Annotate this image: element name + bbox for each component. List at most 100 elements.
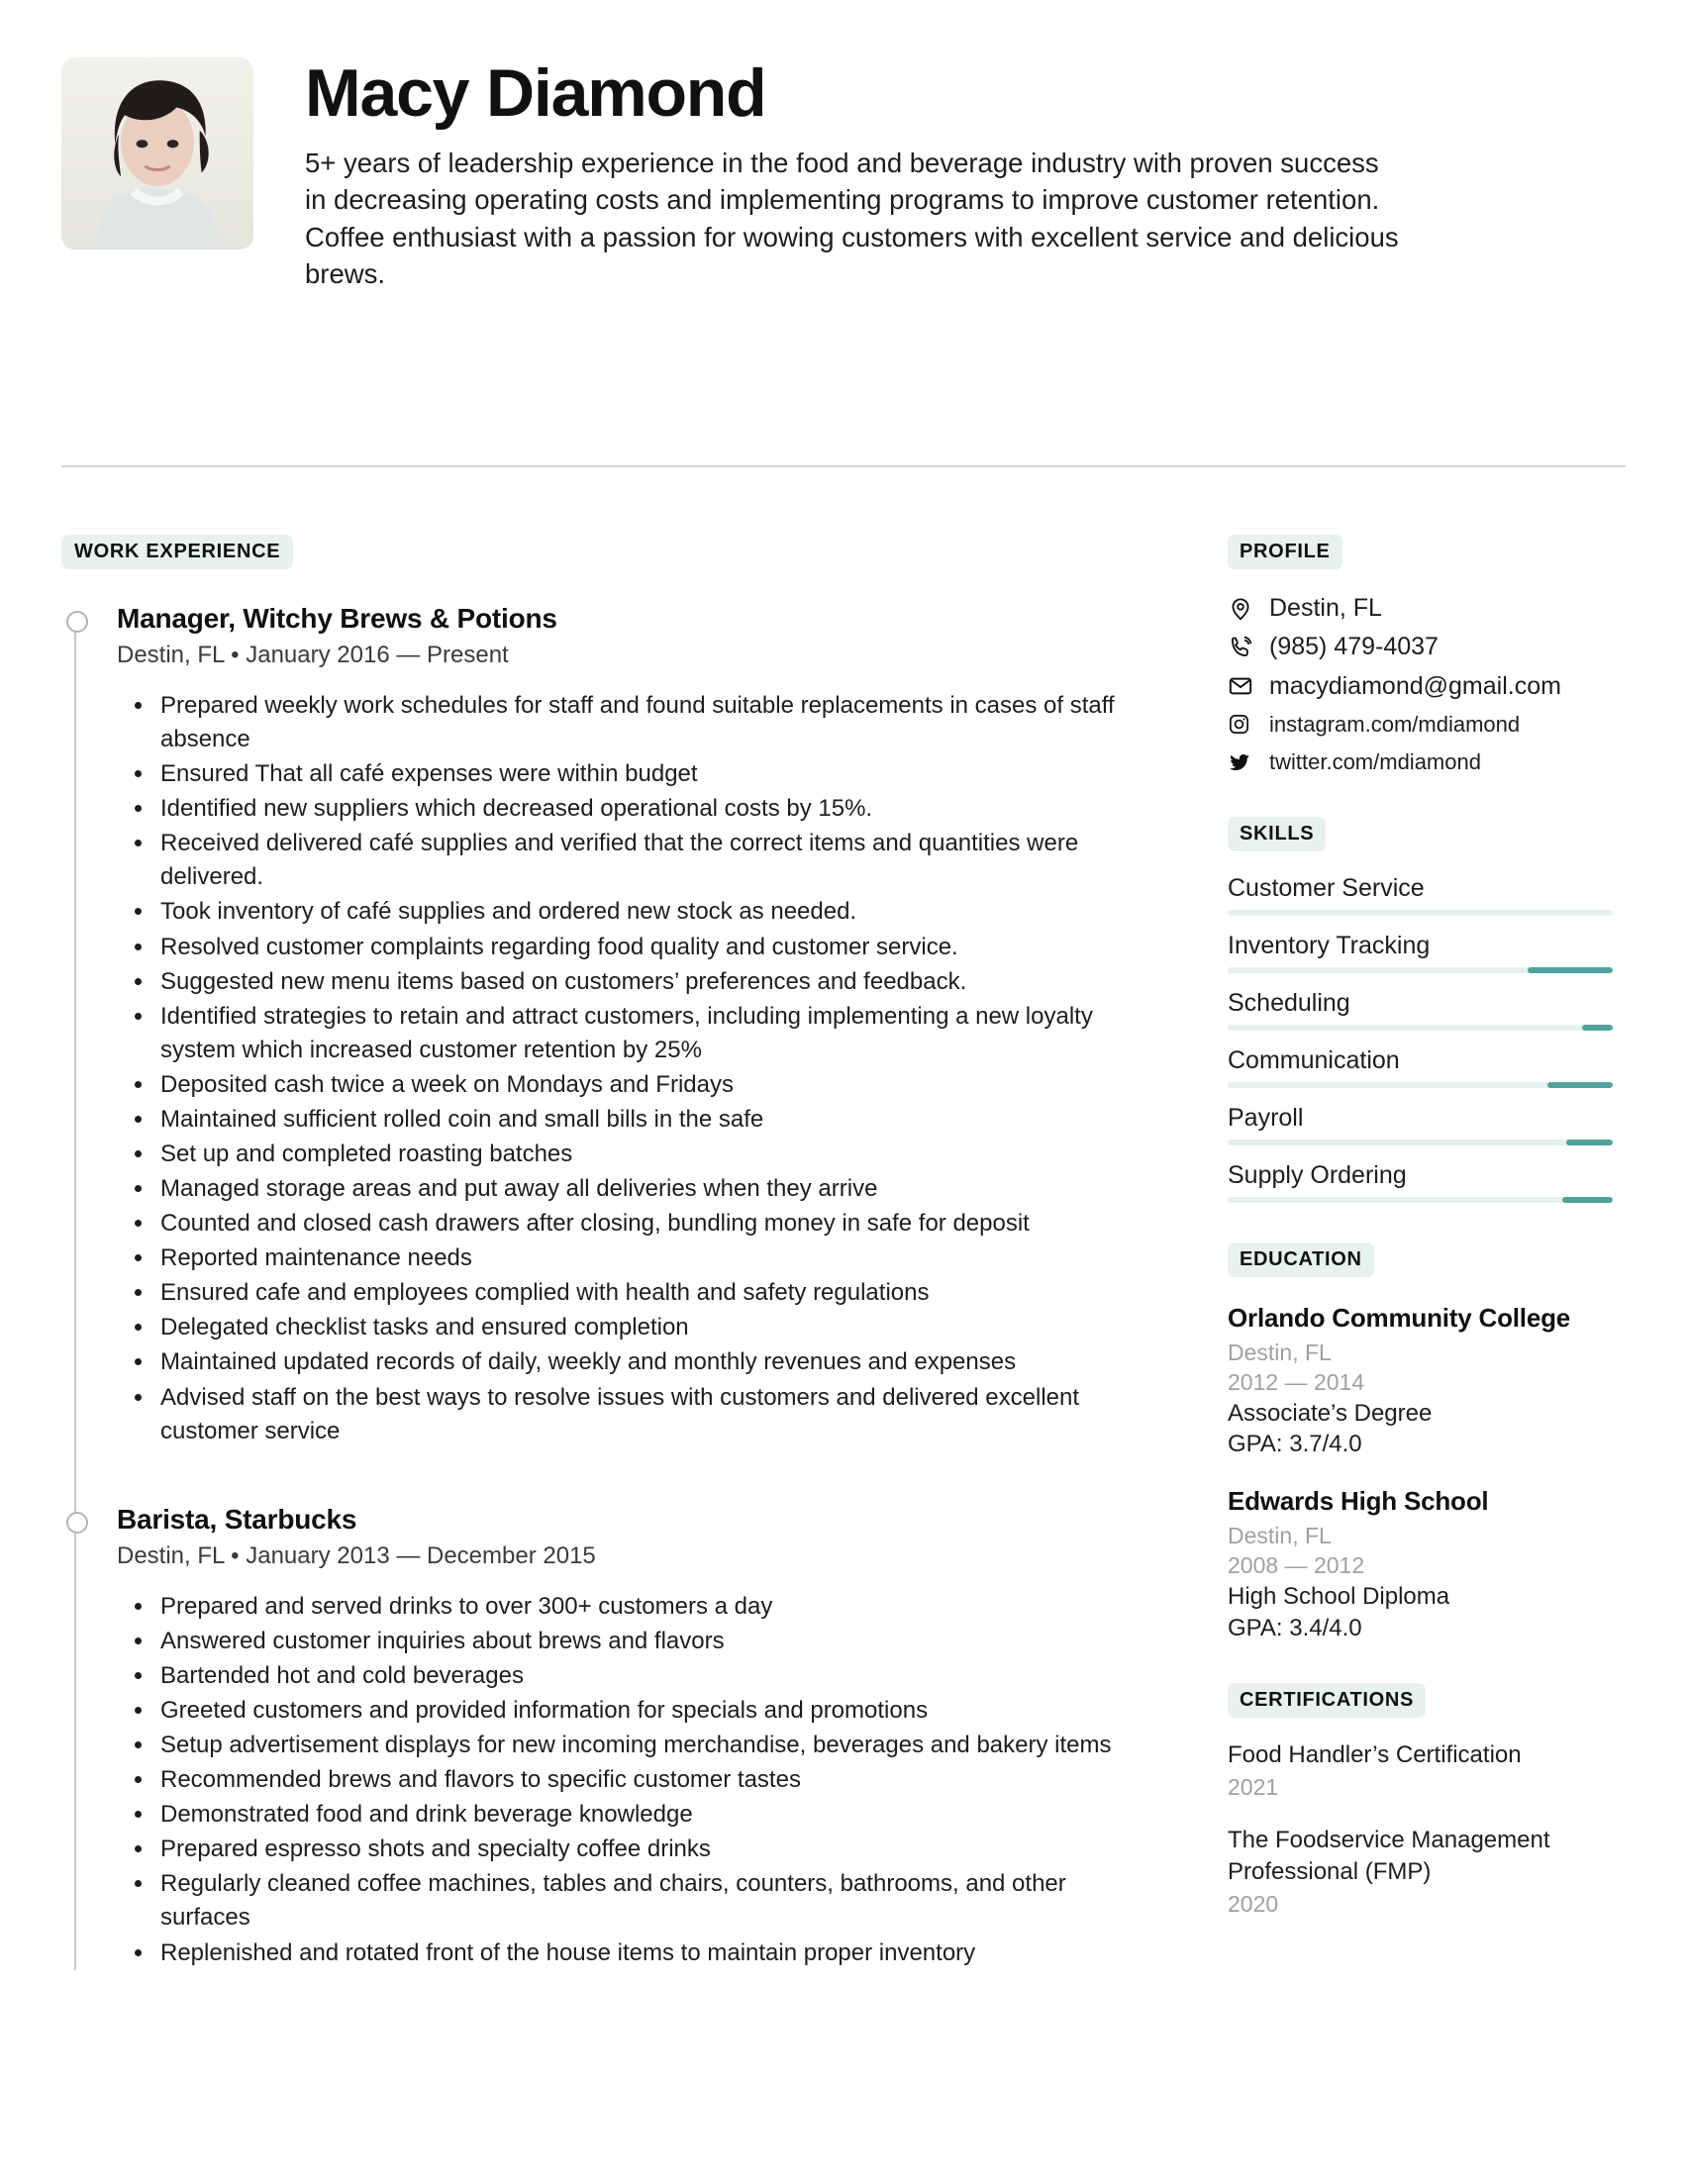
profile-section: PROFILE Destin, FL (985) 479-4037 macydiam… [1228,535,1624,777]
main-column: WORK EXPERIENCE Manager, Witchy Brews & … [61,535,1150,1971]
contact-row[interactable]: (985) 479-4037 [1228,632,1624,662]
timeline-dot-icon [66,1511,88,1534]
job-bullet: Regularly cleaned coffee machines, table… [135,1867,1150,1935]
job-bullet: Replenished and rotated front of the hou… [135,1936,1150,1970]
location-pin-icon [1228,594,1261,624]
contact-row[interactable]: instagram.com/mdiamond [1228,710,1624,740]
certifications-list: Food Handler’s Certification 2021 The Food… [1228,1739,1624,1920]
job-bullet: Suggested new menu items based on custom… [135,965,1150,999]
job-bullet: Identified new suppliers which decreased… [135,792,1150,826]
job-bullet: Maintained updated records of daily, wee… [135,1345,1150,1379]
education-list: Orlando Community College Destin, FL 2012 … [1228,1303,1624,1644]
page-title: Macy Diamond [305,55,767,131]
section-header-education: EDUCATION [1228,1241,1374,1277]
job-bullet: Prepared and served drinks to over 300+ … [135,1590,1150,1624]
education-years: 2012 — 2014 [1228,1368,1365,1395]
job-bullet: Advised staff on the best ways to resolv… [135,1381,1150,1448]
timeline-rail [74,615,76,1970]
job-bullet: Managed storage areas and put away all d… [135,1172,1150,1206]
skill-level-fill [1581,1024,1613,1031]
education-years: 2008 — 2012 [1228,1552,1365,1579]
education-degree: Associate’s Degree [1228,1399,1433,1427]
contact-text: instagram.com/mdiamond [1269,712,1521,737]
skills-section: SKILLS Customer Service Inventory Trackin… [1228,816,1624,1203]
education-entry: Edwards High School Destin, FL 2008 — 2012… [1228,1486,1624,1643]
job-bullet: Ensured That all café expenses were with… [135,757,1150,791]
skill-item: Inventory Tracking [1228,931,1624,973]
contact-row[interactable]: macydiamond@gmail.com [1228,671,1624,702]
education-location: Destin, FL [1228,1339,1332,1365]
certification-year: 2020 [1228,1890,1279,1917]
contact-text: twitter.com/mdiamond [1269,749,1481,774]
twitter-icon [1228,747,1261,777]
skill-item: Communication [1228,1045,1624,1088]
certifications-section: CERTIFICATIONS Food Handler’s Certificat… [1228,1683,1624,1920]
contact-text: Destin, FL [1269,594,1382,622]
section-header-profile: PROFILE [1228,535,1342,569]
skill-label: Communication [1228,1045,1400,1074]
header-text: Macy Diamond 5+ years of leadership expe… [305,57,1628,293]
skill-label: Payroll [1228,1103,1304,1132]
section-header-skills: SKILLS [1228,816,1327,851]
section-header-certifications: CERTIFICATIONS [1228,1683,1427,1719]
education-gpa: GPA: 3.7/4.0 [1228,1431,1362,1458]
skill-label: Inventory Tracking [1228,931,1431,959]
skill-level-bar [1228,1196,1613,1203]
job-bullet: Reported maintenance needs [135,1241,1150,1275]
education-degree: High School Diploma [1228,1582,1450,1610]
skill-label: Customer Service [1228,873,1425,902]
job-bullet: Received delivered café supplies and ver… [135,827,1150,894]
skill-level-fill [1566,1139,1613,1145]
skill-item: Customer Service [1228,873,1624,916]
sidebar-column: PROFILE Destin, FL (985) 479-4037 macydiam… [1228,535,1624,1959]
certification-entry: The Foodservice Management Professional … [1228,1825,1624,1920]
section-header-work-experience: WORK EXPERIENCE [61,535,294,569]
timeline-dot-icon [66,611,88,633]
skill-level-fill [1562,1196,1613,1203]
contact-text: macydiamond@gmail.com [1269,671,1561,700]
skill-item: Supply Ordering [1228,1160,1624,1203]
job-meta: Destin, FL • January 2016 — Present [117,642,509,668]
envelope-icon [1228,671,1261,701]
skills-list: Customer Service Inventory Tracking Schedu… [1228,873,1624,1203]
job-bullet: Identified strategies to retain and attr… [135,1000,1150,1067]
job-bullet: Recommended brews and flavors to specifi… [135,1763,1150,1797]
job-bullet: Resolved customer complaints regarding f… [135,931,1150,964]
skill-level-fill [1528,966,1613,973]
job-bullet: Prepared weekly work schedules for staff… [135,689,1150,756]
skill-level-bar [1228,1024,1613,1031]
job-bullet: Greeted customers and provided informati… [135,1694,1150,1728]
skill-label: Supply Ordering [1228,1160,1407,1189]
instagram-icon [1228,710,1261,740]
skill-level-bar [1228,966,1613,973]
job-bullet: Delegated checklist tasks and ensured co… [135,1311,1150,1344]
job-bullet: Ensured cafe and employees complied with… [135,1276,1150,1310]
certification-name: The Foodservice Management Professional … [1228,1827,1550,1886]
job-bullet: Counted and closed cash drawers after cl… [135,1207,1150,1241]
education-school-name: Edwards High School [1228,1486,1489,1517]
contact-row[interactable]: twitter.com/mdiamond [1228,747,1624,777]
header-divider [61,465,1626,467]
contact-text: (985) 479-4037 [1269,633,1439,661]
avatar [61,57,253,249]
skill-item: Payroll [1228,1103,1624,1145]
job-bullet-list: Prepared weekly work schedules for staff… [117,689,1150,1448]
phone-icon [1228,633,1261,662]
contact-row[interactable]: Destin, FL [1228,593,1624,624]
job-bullet: Deposited cash twice a week on Mondays a… [135,1068,1150,1102]
education-gpa: GPA: 3.4/4.0 [1228,1614,1362,1641]
education-entry: Orlando Community College Destin, FL 2012 … [1228,1303,1624,1460]
skill-level-bar [1228,909,1613,916]
job-bullet: Answered customer inquiries about brews … [135,1625,1150,1658]
job-bullet: Took inventory of café supplies and orde… [135,895,1150,929]
certification-name: Food Handler’s Certification [1228,1741,1522,1769]
job-bullet-list: Prepared and served drinks to over 300+ … [117,1590,1150,1970]
job-meta: Destin, FL • January 2013 — December 201… [117,1541,596,1569]
work-experience-entry: Barista, Starbucks Destin, FL • January 2… [66,1504,1150,1970]
skill-label: Scheduling [1228,988,1350,1017]
job-title: Manager, Witchy Brews & Potions [117,603,557,634]
skill-item: Scheduling [1228,988,1624,1031]
certification-entry: Food Handler’s Certification 2021 [1228,1739,1624,1803]
jobs-container: Manager, Witchy Brews & Potions Destin, F… [66,603,1150,1970]
profile-summary: 5+ years of leadership experience in the… [305,148,1399,290]
